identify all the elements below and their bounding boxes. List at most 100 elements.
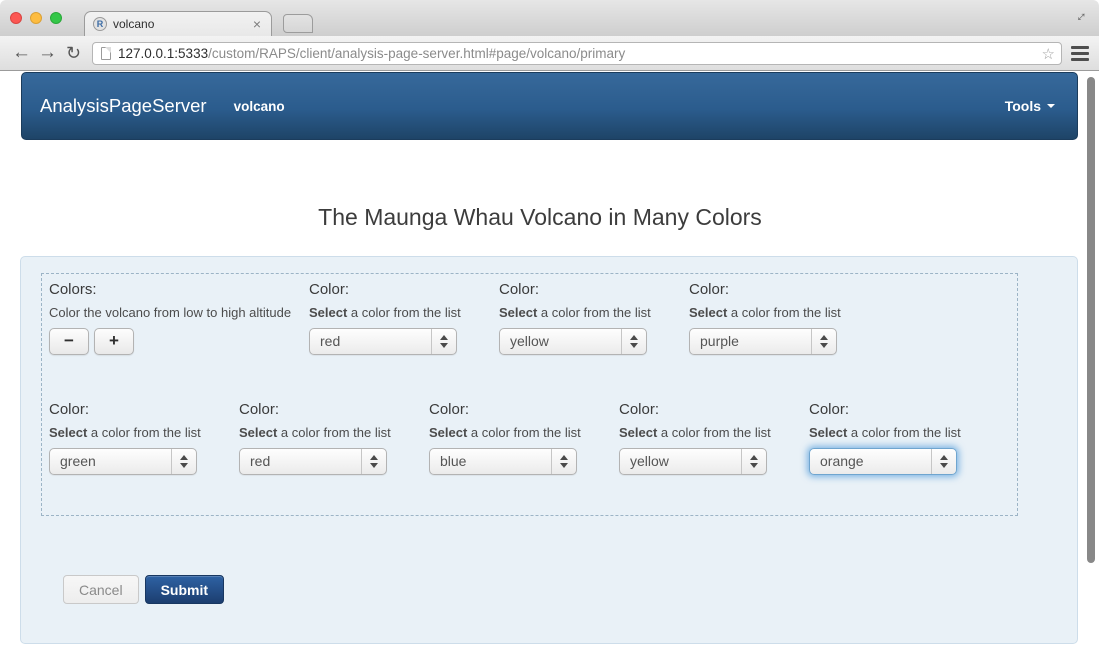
param-label: Color: [49, 401, 201, 418]
url-path: /custom/RAPS/client/analysis-page-server… [208, 46, 625, 61]
analysis-form-panel: Colors: Color the volcano from low to hi… [20, 256, 1078, 644]
select-arrows-icon [551, 449, 576, 474]
form-actions: Cancel Submit [63, 575, 224, 604]
select-arrows-icon [361, 449, 386, 474]
select-value: blue [440, 453, 466, 469]
param-label: Colors: [49, 281, 291, 298]
param-desc-emphasis: Select [49, 425, 87, 440]
chrome-menu-icon[interactable] [1071, 46, 1089, 64]
select-value: green [60, 453, 96, 469]
tools-dropdown[interactable]: Tools [1005, 98, 1055, 114]
param-desc-rest: a color from the list [657, 425, 770, 440]
minimize-window-button[interactable] [30, 12, 42, 24]
param-desc-emphasis: Select [809, 425, 847, 440]
color-select-4[interactable]: green [49, 448, 197, 475]
new-tab-button[interactable] [283, 14, 313, 33]
reload-button[interactable]: ↻ [66, 40, 81, 66]
param-color-4: Color: Select a color from the list gree… [49, 401, 201, 475]
select-value: red [320, 333, 340, 349]
select-arrows-icon [171, 449, 196, 474]
color-select-6[interactable]: blue [429, 448, 577, 475]
select-arrows-icon [741, 449, 766, 474]
navbar-page-name: volcano [234, 99, 285, 114]
app-navbar: AnalysisPageServer volcano Tools [21, 72, 1078, 140]
page-document-icon [101, 47, 111, 60]
page-title: The Maunga Whau Volcano in Many Colors [0, 204, 1080, 231]
param-label: Color: [809, 401, 961, 418]
address-bar[interactable]: 127.0.0.1:5333 /custom/RAPS/client/analy… [92, 42, 1062, 65]
close-window-button[interactable] [10, 12, 22, 24]
color-select-7[interactable]: yellow [619, 448, 767, 475]
param-label: Color: [239, 401, 391, 418]
param-description: Select a color from the list [689, 305, 841, 320]
bookmark-star-icon[interactable]: ☆ [1042, 45, 1055, 63]
zoom-window-button[interactable] [50, 12, 62, 24]
select-value: yellow [510, 333, 549, 349]
increase-colors-button[interactable]: + [94, 328, 134, 355]
param-desc-emphasis: Select [619, 425, 657, 440]
app-brand[interactable]: AnalysisPageServer [22, 95, 207, 117]
param-label: Color: [499, 281, 651, 298]
param-description: Select a color from the list [49, 425, 201, 440]
forward-button[interactable]: → [38, 40, 57, 66]
param-color-8: Color: Select a color from the list oran… [809, 401, 961, 475]
param-desc-rest: a color from the list [727, 305, 840, 320]
param-description: Select a color from the list [239, 425, 391, 440]
param-color-3: Color: Select a color from the list purp… [689, 281, 841, 355]
param-colors-stepper: Colors: Color the volcano from low to hi… [49, 281, 291, 355]
favicon-r-icon: R [93, 17, 107, 31]
param-desc-emphasis: Select [309, 305, 347, 320]
param-desc-emphasis: Select [689, 305, 727, 320]
browser-tab[interactable]: R volcano × [84, 11, 272, 36]
param-color-7: Color: Select a color from the list yell… [619, 401, 771, 475]
tab-title: volcano [113, 17, 251, 31]
chevron-down-icon [1047, 104, 1055, 108]
color-select-1[interactable]: red [309, 328, 457, 355]
fullscreen-resize-icon[interactable]: ↕ [1073, 8, 1090, 25]
param-description: Select a color from the list [309, 305, 461, 320]
param-label: Color: [619, 401, 771, 418]
param-description: Select a color from the list [619, 425, 771, 440]
param-desc-rest: a color from the list [537, 305, 650, 320]
tools-label: Tools [1005, 98, 1041, 114]
window-titlebar: R volcano × ↕ [0, 0, 1099, 36]
param-desc-emphasis: Select [499, 305, 537, 320]
param-description: Select a color from the list [429, 425, 581, 440]
param-color-6: Color: Select a color from the list blue [429, 401, 581, 475]
param-color-2: Color: Select a color from the list yell… [499, 281, 651, 355]
select-arrows-icon [431, 329, 456, 354]
select-arrows-icon [811, 329, 836, 354]
decrease-colors-button[interactable]: − [49, 328, 89, 355]
tab-close-icon[interactable]: × [251, 17, 263, 31]
color-select-2[interactable]: yellow [499, 328, 647, 355]
cancel-button[interactable]: Cancel [63, 575, 139, 604]
param-desc-emphasis: Select [429, 425, 467, 440]
url-host: 127.0.0.1:5333 [118, 46, 208, 61]
browser-toolbar: ← → ↻ 127.0.0.1:5333 /custom/RAPS/client… [0, 36, 1099, 71]
select-value: orange [820, 453, 864, 469]
param-label: Color: [689, 281, 841, 298]
submit-button[interactable]: Submit [145, 575, 224, 604]
param-description: Color the volcano from low to high altit… [49, 305, 291, 320]
param-desc-rest: a color from the list [277, 425, 390, 440]
color-select-5[interactable]: red [239, 448, 387, 475]
window-controls [10, 12, 62, 24]
scrollbar-thumb[interactable] [1087, 77, 1095, 563]
param-description: Select a color from the list [809, 425, 961, 440]
color-select-8-focused[interactable]: orange [809, 448, 957, 475]
param-desc-rest: a color from the list [467, 425, 580, 440]
param-desc-emphasis: Select [239, 425, 277, 440]
param-color-1: Color: Select a color from the list red [309, 281, 461, 355]
param-desc-rest: a color from the list [847, 425, 960, 440]
select-value: red [250, 453, 270, 469]
colors-count-stepper: − + [49, 328, 291, 355]
select-value: purple [700, 333, 739, 349]
color-select-3[interactable]: purple [689, 328, 837, 355]
select-arrows-icon [931, 449, 956, 474]
param-label: Color: [309, 281, 461, 298]
param-description: Select a color from the list [499, 305, 651, 320]
back-button[interactable]: ← [12, 40, 31, 66]
param-desc-rest: a color from the list [347, 305, 460, 320]
param-label: Color: [429, 401, 581, 418]
select-arrows-icon [621, 329, 646, 354]
